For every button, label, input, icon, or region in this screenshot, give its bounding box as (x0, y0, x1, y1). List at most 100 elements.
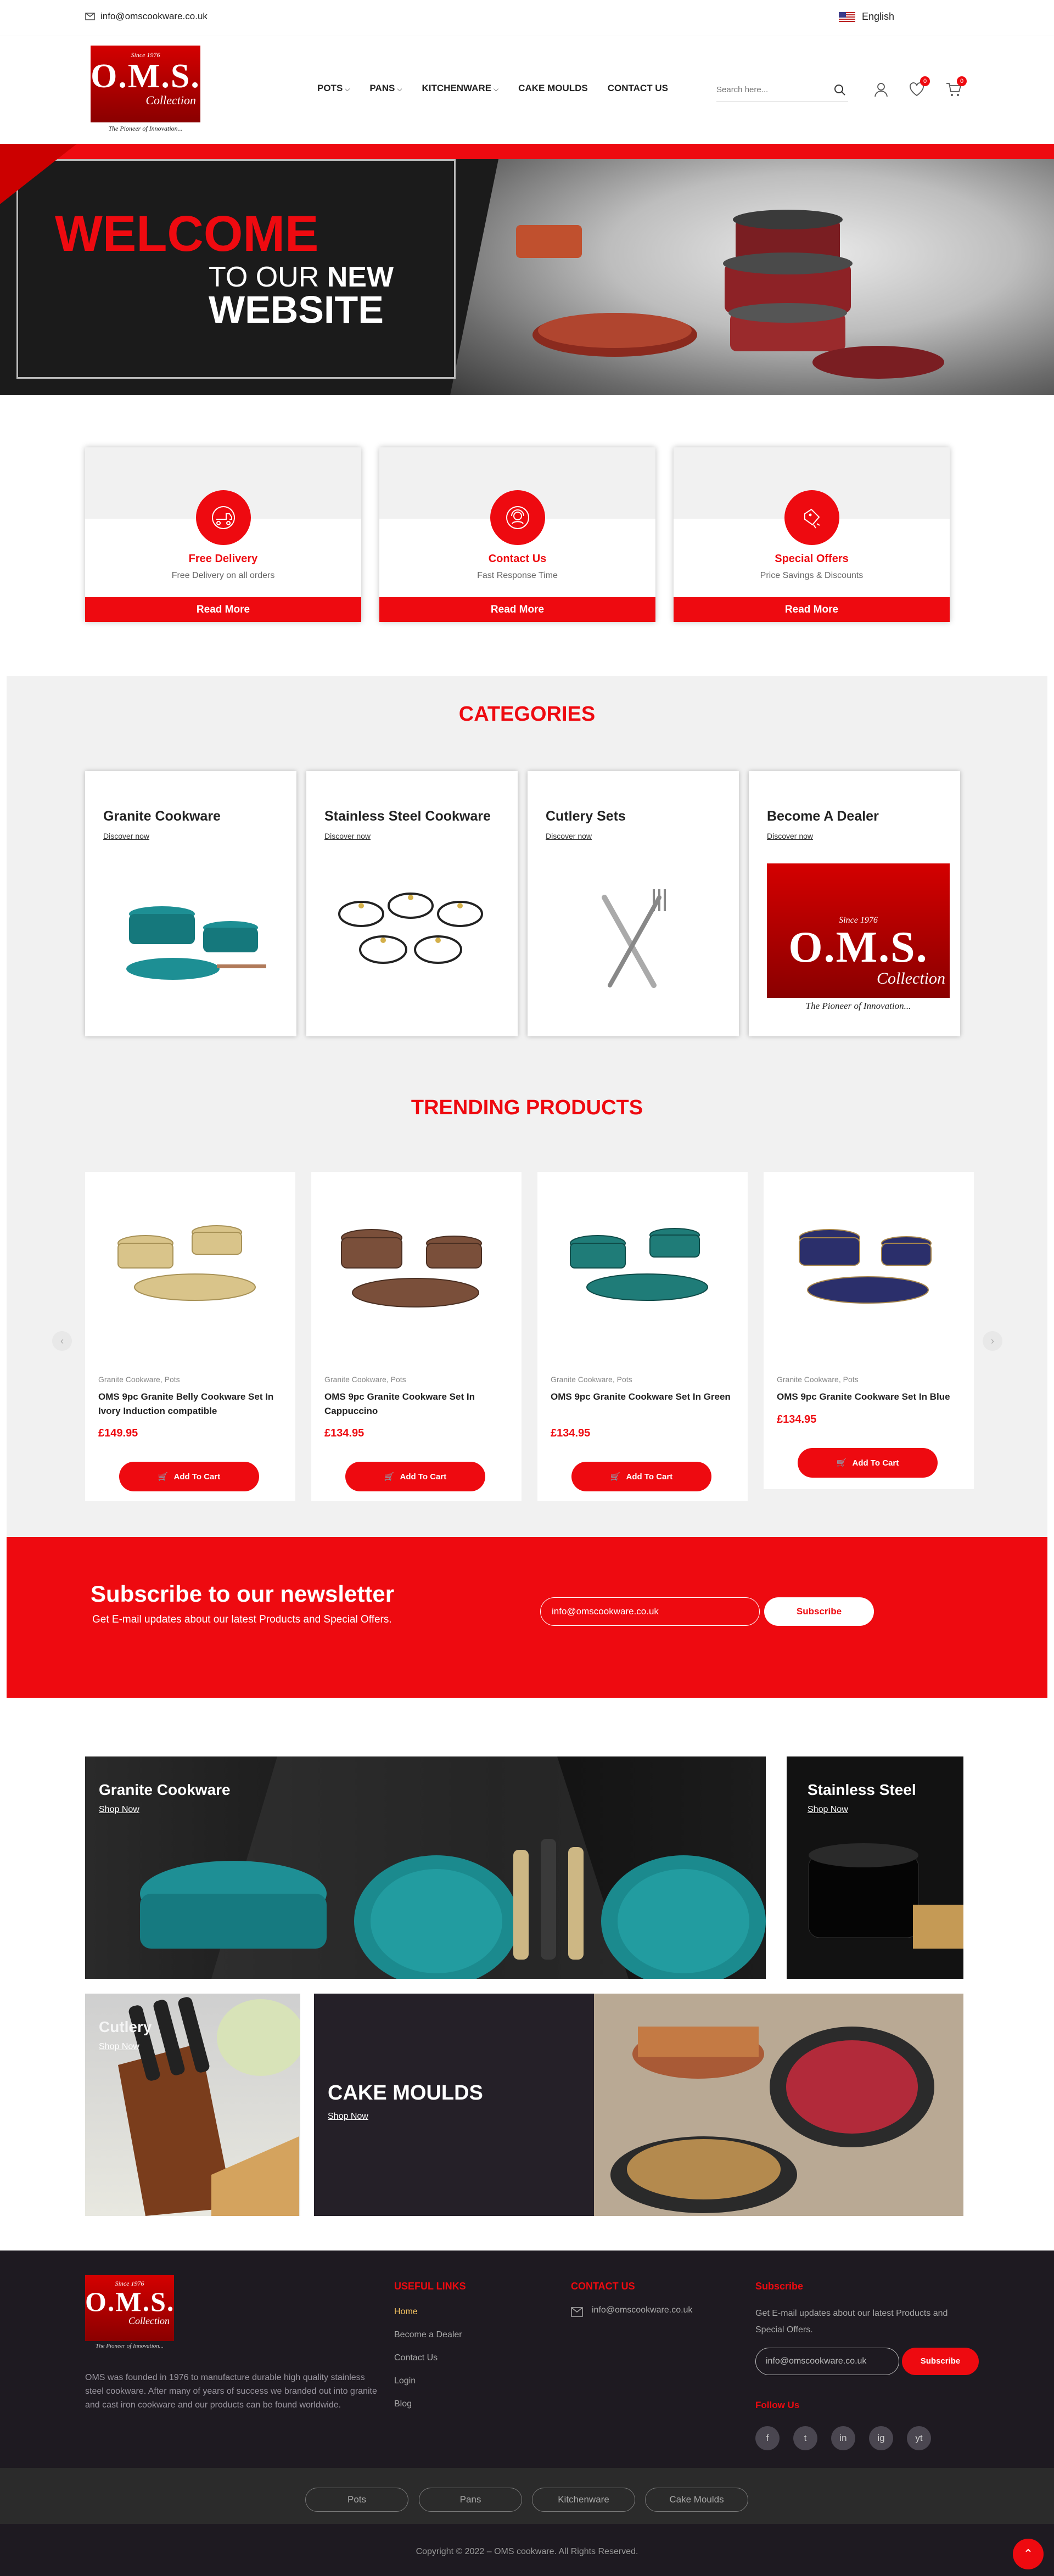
cart-count-badge: 0 (957, 76, 967, 86)
hero-website: WEBSITE (209, 288, 384, 331)
product-card[interactable]: Granite Cookware, Pots OMS 9pc Granite B… (85, 1172, 295, 1501)
nav-contact-us[interactable]: CONTACT US (608, 83, 668, 94)
contact-title: CONTACT US (571, 2281, 635, 2292)
read-more-button[interactable]: Read More (674, 597, 950, 622)
footer-subscribe-input[interactable]: info@omscookware.co.uk (755, 2348, 899, 2375)
logo-collection: Collection (145, 93, 196, 107)
read-more-button[interactable]: Read More (379, 597, 655, 622)
product-price: £134.95 (324, 1427, 365, 1439)
banner-cutlery[interactable]: Cutlery Shop Now (85, 1994, 300, 2216)
language-selector[interactable]: English (839, 11, 894, 23)
footer-logo[interactable]: Since 1976 O.M.S. Collection (85, 2275, 174, 2341)
linkedin-icon[interactable]: in (831, 2426, 855, 2450)
delivery-icon (195, 490, 251, 545)
shop-now-link[interactable]: Shop Now (99, 2042, 139, 2052)
top-email[interactable]: info@omscookware.co.uk (85, 11, 208, 22)
feature-card-delivery: Free Delivery Free Delivery on all order… (85, 447, 361, 622)
footer-link-blog[interactable]: Blog (394, 2399, 412, 2409)
category-title: Stainless Steel Cookware (324, 809, 491, 824)
add-to-cart-label: Add To Cart (400, 1472, 447, 1481)
nav-pots[interactable]: POTS ⌵ (317, 83, 350, 94)
discover-link[interactable]: Discover now (767, 832, 813, 840)
footer-pill-cake-moulds[interactable]: Cake Moulds (645, 2488, 748, 2512)
footer-link-login[interactable]: Login (394, 2376, 416, 2386)
envelope-icon (85, 13, 95, 20)
nav-pans[interactable]: PANS ⌵ (369, 83, 402, 94)
product-name[interactable]: OMS 9pc Granite Cookware Set In Cappucci… (324, 1390, 508, 1418)
newsletter-email-input[interactable]: info@omscookware.co.uk (540, 1597, 760, 1626)
logo-tagline: The Pioneer of Innovation... (108, 125, 183, 132)
product-price: £134.95 (777, 1413, 817, 1426)
add-to-cart-button[interactable]: 🛒 Add To Cart (119, 1462, 259, 1491)
footer-link-home[interactable]: Home (394, 2307, 418, 2317)
carousel-next-arrow[interactable]: › (983, 1331, 1002, 1351)
footer-link-dealer[interactable]: Become a Dealer (394, 2330, 462, 2340)
banner-cake-moulds[interactable]: CAKE MOULDS Shop Now (314, 1994, 963, 2216)
hero-banner[interactable]: WELCOME TO OUR NEW WEBSITE (0, 144, 1054, 395)
newsletter-section: Subscribe to our newsletter Get E-mail u… (7, 1537, 1047, 1698)
discover-link[interactable]: Discover now (546, 832, 592, 840)
cart-icon: 🛒 (610, 1472, 621, 1481)
chevron-up-icon: ⌃ (1023, 2547, 1034, 2561)
footer-pill-pots[interactable]: Pots (305, 2488, 408, 2512)
search-box (716, 78, 848, 102)
read-more-button[interactable]: Read More (85, 597, 361, 622)
cutlery-image (602, 889, 666, 988)
cart-icon: 🛒 (384, 1472, 395, 1481)
back-to-top-button[interactable]: ⌃ (1013, 2539, 1044, 2569)
footer-category-bar: Pots Pans Kitchenware Cake Moulds (0, 2468, 1054, 2524)
banner-title: CAKE MOULDS (328, 2081, 483, 2104)
add-to-cart-button[interactable]: 🛒 Add To Cart (798, 1448, 938, 1478)
banner-stainless[interactable]: Stainless Steel Shop Now (787, 1756, 963, 1979)
newsletter-subscribe-button[interactable]: Subscribe (764, 1597, 874, 1626)
banner-granite[interactable]: Granite Cookware Shop Now (85, 1756, 766, 1979)
footer-link-contact[interactable]: Contact Us (394, 2353, 438, 2363)
youtube-icon[interactable]: yt (907, 2426, 931, 2450)
search-input[interactable] (716, 78, 826, 101)
discover-link[interactable]: Discover now (103, 832, 149, 840)
feature-subtitle: Free Delivery on all orders (171, 571, 275, 580)
footer-contact-email[interactable]: info@omscookware.co.uk (592, 2305, 692, 2315)
product-name[interactable]: OMS 9pc Granite Belly Cookware Set In Iv… (98, 1390, 282, 1418)
category-card-cutlery[interactable]: Cutlery Sets Discover now (528, 771, 739, 1036)
product-price: £134.95 (551, 1427, 591, 1439)
footer-pill-kitchenware[interactable]: Kitchenware (532, 2488, 635, 2512)
carousel-prev-arrow[interactable]: ‹ (52, 1331, 72, 1351)
instagram-icon[interactable]: ig (869, 2426, 893, 2450)
shop-now-link[interactable]: Shop Now (808, 1805, 848, 1815)
site-logo[interactable]: Since 1976 O.M.S. Collection (91, 46, 200, 122)
nav-cake-moulds[interactable]: CAKE MOULDS (518, 83, 588, 94)
add-to-cart-button[interactable]: 🛒 Add To Cart (345, 1462, 485, 1491)
footer-subscribe-button[interactable]: Subscribe (902, 2348, 979, 2375)
add-to-cart-label: Add To Cart (173, 1472, 221, 1481)
product-name[interactable]: OMS 9pc Granite Cookware Set In Blue (777, 1390, 961, 1404)
nav-kitchenware-label: KITCHENWARE (422, 83, 492, 93)
product-card[interactable]: Granite Cookware, Pots OMS 9pc Granite C… (311, 1172, 522, 1501)
user-icon[interactable] (873, 81, 889, 98)
add-to-cart-label: Add To Cart (626, 1472, 673, 1481)
feature-subtitle: Fast Response Time (477, 571, 558, 580)
twitter-icon[interactable]: t (793, 2426, 817, 2450)
nav-kitchenware[interactable]: KITCHENWARE ⌵ (422, 83, 499, 94)
product-category: Granite Cookware, Pots (324, 1375, 406, 1384)
shop-now-link[interactable]: Shop Now (99, 1805, 139, 1815)
category-card-dealer[interactable]: Become A Dealer Discover now Since 1976 … (749, 771, 960, 1036)
product-name[interactable]: OMS 9pc Granite Cookware Set In Green (551, 1390, 735, 1404)
add-to-cart-button[interactable]: 🛒 Add To Cart (571, 1462, 711, 1491)
wishlist-count-badge: 0 (920, 76, 930, 86)
product-card[interactable]: Granite Cookware, Pots OMS 9pc Granite C… (764, 1172, 974, 1489)
shop-now-link[interactable]: Shop Now (328, 2112, 368, 2122)
feature-subtitle: Price Savings & Discounts (760, 571, 864, 580)
category-card-granite[interactable]: Granite Cookware Discover now (85, 771, 296, 1036)
search-icon[interactable] (834, 84, 846, 96)
product-card[interactable]: Granite Cookware, Pots OMS 9pc Granite C… (537, 1172, 748, 1501)
discover-link[interactable]: Discover now (324, 832, 371, 840)
language-label: English (862, 11, 895, 22)
logo-tagline: The Pioneer of Innovation... (805, 1001, 911, 1011)
facebook-icon[interactable]: f (755, 2426, 780, 2450)
feature-title: Contact Us (488, 553, 547, 565)
category-card-stainless[interactable]: Stainless Steel Cookware Discover now (306, 771, 518, 1036)
chevron-down-icon: ⌵ (494, 85, 499, 93)
category-title: Become A Dealer (767, 809, 879, 824)
footer-pill-pans[interactable]: Pans (419, 2488, 522, 2512)
